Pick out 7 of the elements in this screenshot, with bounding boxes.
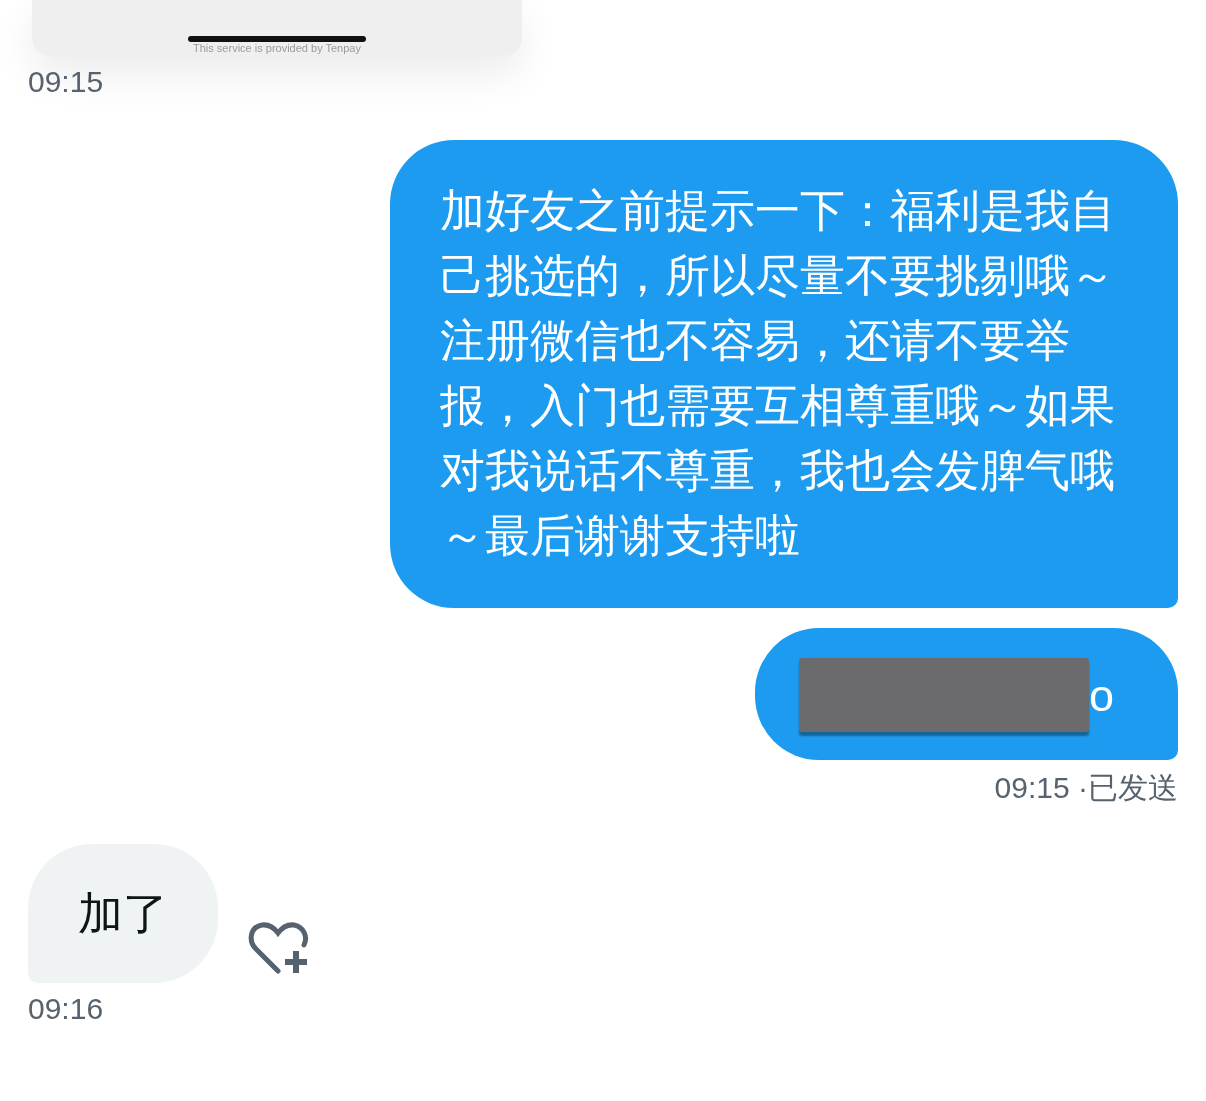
- message-text: o: [1088, 668, 1114, 723]
- service-note: This service is provided by Tenpay: [193, 42, 361, 54]
- message-bubble: 加好友之前提示一下：福利是我自己挑选的，所以尽量不要挑剔哦～注册微信也不容易，还请不要举报，入门也需要互相尊重哦～如果对我说话不尊重，我也会发脾气哦～最后谢谢支持啦: [390, 140, 1178, 608]
- message-time: 09:15: [28, 64, 104, 100]
- message-time: 09:15 ·已发送: [994, 770, 1178, 806]
- message-time: 09:16: [28, 991, 104, 1027]
- message-bubble: 加了: [28, 844, 218, 983]
